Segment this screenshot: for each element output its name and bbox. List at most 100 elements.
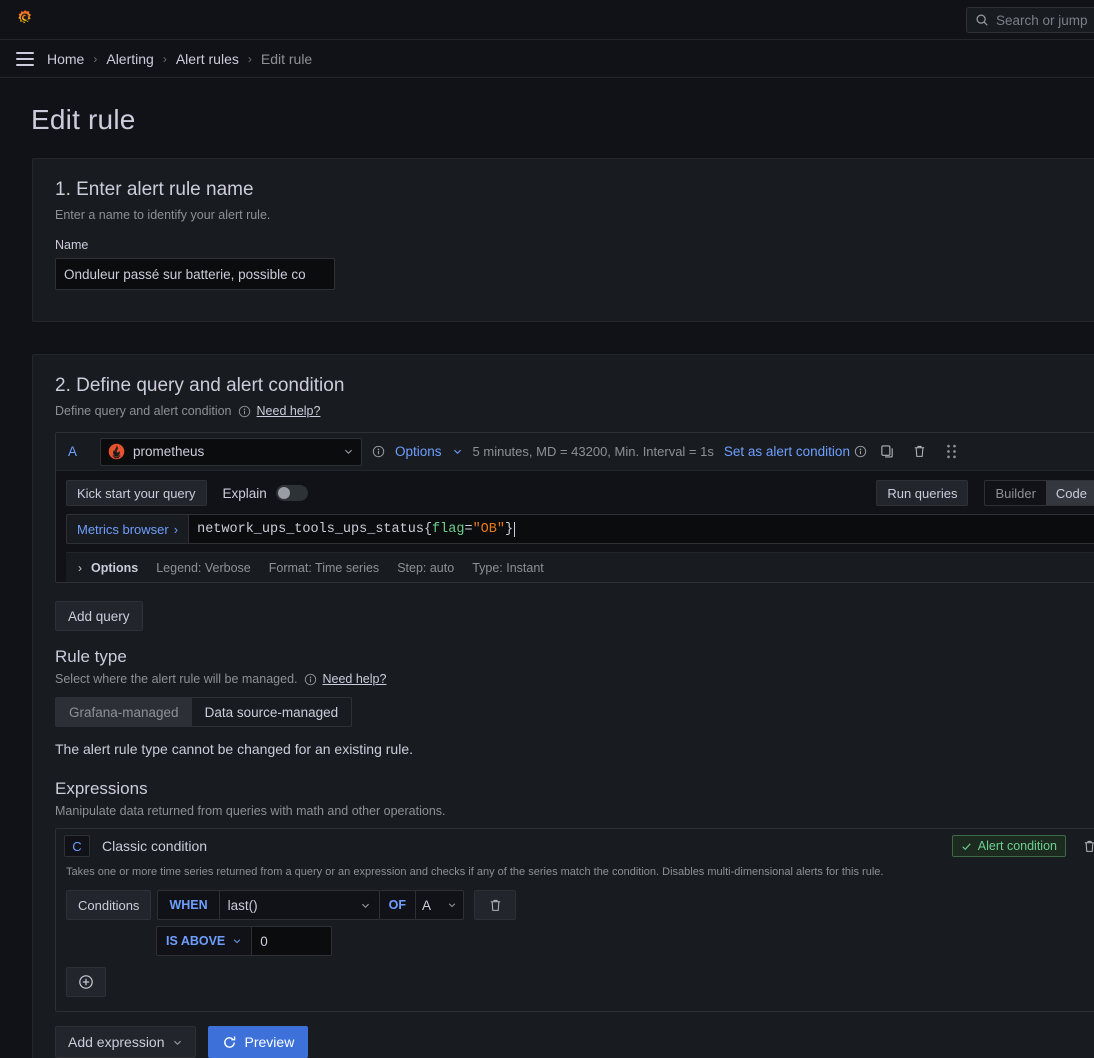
rule-type-note: The alert rule type cannot be changed fo…: [55, 741, 413, 757]
top-bar: Search or jump: [0, 0, 1094, 40]
reducer-select[interactable]: last(): [219, 890, 380, 921]
breadcrumb-item-home[interactable]: Home: [47, 51, 84, 67]
query-expression-row: Metrics browser › network_ups_tools_ups_…: [56, 506, 1094, 544]
editor-mode-radio-group: Builder Code: [984, 480, 1094, 506]
add-query-button[interactable]: Add query: [55, 601, 143, 631]
name-field-label: Name: [55, 238, 89, 252]
evaluator-value: IS ABOVE: [166, 934, 226, 949]
evaluator-select[interactable]: IS ABOVE: [156, 926, 253, 957]
promql-open-brace: {: [423, 521, 433, 537]
section1-subtitle: Enter a name to identify your alert rule…: [33, 201, 1094, 222]
query-ref-select[interactable]: A: [416, 890, 464, 921]
conditions-body: Conditions WHEN last() OF A IS ABOVE 0: [56, 888, 1094, 1011]
chevron-right-icon: ›: [78, 560, 82, 575]
expression-type-name: Classic condition: [102, 838, 208, 854]
kick-start-query-button[interactable]: Kick start your query: [66, 480, 207, 506]
section-alert-rule-name: 1. Enter alert rule name Enter a name to…: [32, 158, 1094, 322]
prometheus-icon: [108, 443, 125, 460]
breadcrumb-separator: ›: [93, 51, 98, 66]
alert-rule-name-input[interactable]: [55, 258, 335, 290]
query-options-row: › Options Legend: Verbose Format: Time s…: [66, 552, 1094, 582]
preview-label: Preview: [244, 1034, 295, 1051]
add-condition-button[interactable]: [66, 967, 106, 998]
need-help-link[interactable]: Need help?: [257, 404, 321, 418]
option-format: Format: Time series: [268, 560, 380, 575]
alert-condition-badge[interactable]: Alert condition: [951, 835, 1066, 857]
section2-subtitle: Define query and alert condition Need he…: [33, 397, 1094, 418]
rule-type-need-help-link[interactable]: Need help?: [323, 672, 387, 686]
when-keyword: WHEN: [157, 890, 220, 921]
rule-type-radio-group: Grafana-managed Data source-managed: [55, 697, 353, 727]
set-as-alert-condition-link[interactable]: Set as alert condition: [724, 444, 850, 459]
refresh-icon: [223, 1036, 235, 1048]
hamburger-menu-icon[interactable]: [16, 51, 34, 66]
explain-toggle-group: Explain: [223, 485, 308, 501]
run-queries-button[interactable]: Run queries: [876, 480, 969, 506]
breadcrumb-separator: ›: [162, 51, 167, 66]
query-info-icon: [372, 445, 385, 458]
expression-description: Takes one or more time series returned f…: [66, 866, 884, 878]
option-legend: Legend: Verbose: [156, 560, 251, 575]
preview-button[interactable]: Preview: [207, 1026, 309, 1058]
delete-condition-button[interactable]: [474, 890, 516, 921]
breadcrumb-item-alerting[interactable]: Alerting: [106, 51, 153, 67]
query-options-expander[interactable]: › Options: [78, 561, 138, 575]
condition-row-primary: Conditions WHEN last() OF A: [66, 890, 1094, 921]
promql-label: flag: [432, 521, 465, 537]
metrics-browser-button[interactable]: Metrics browser ›: [66, 514, 189, 544]
chevron-down-icon[interactable]: [452, 446, 463, 457]
plus-circle-icon: [79, 975, 93, 990]
section-define-query: 2. Define query and alert condition Defi…: [32, 354, 1094, 1058]
rule-type-datasource-managed[interactable]: Data source-managed: [192, 698, 352, 726]
expression-card-C: C Classic condition Alert condition Take…: [55, 828, 1094, 1013]
explain-label: Explain: [222, 485, 267, 501]
set-condition-info-icon: [854, 445, 867, 458]
expressions-title: Expressions: [55, 779, 148, 798]
add-expression-label: Add expression: [68, 1034, 165, 1051]
expression-header: C Classic condition Alert condition: [56, 829, 1094, 863]
chevron-down-icon: [234, 939, 241, 944]
option-type: Type: Instant: [472, 560, 544, 575]
query-options-title: Options: [91, 560, 139, 575]
breadcrumb-separator: ›: [247, 51, 252, 66]
option-step: Step: auto: [397, 560, 455, 575]
rule-type-description-text: Select where the alert rule will be mana…: [55, 672, 298, 686]
section2-title: 2. Define query and alert condition: [55, 375, 345, 396]
threshold-input[interactable]: [252, 926, 333, 957]
chevron-down-icon: [173, 1040, 181, 1045]
chevron-down-icon: [345, 449, 352, 454]
breadcrumb-item-alert-rules[interactable]: Alert rules: [176, 51, 239, 67]
query-options-toggle[interactable]: Options: [395, 444, 442, 459]
delete-expression-button[interactable]: [1078, 835, 1094, 857]
drag-handle-icon[interactable]: [941, 441, 963, 463]
rule-type-grafana-managed[interactable]: Grafana-managed: [56, 698, 192, 726]
query-editor-A: A prometheus Options 5 minutes, MD = 432…: [55, 432, 1094, 583]
search-input[interactable]: Search or jump: [966, 7, 1094, 33]
grafana-logo[interactable]: [14, 9, 36, 31]
breadcrumb: Home › Alerting › Alert rules › Edit rul…: [47, 51, 312, 67]
info-icon: [304, 673, 316, 685]
condition-row-evaluator: IS ABOVE: [156, 926, 1094, 957]
editor-mode-code[interactable]: Code: [1045, 481, 1094, 505]
datasource-picker[interactable]: prometheus: [100, 437, 362, 466]
query-ref-value: A: [422, 897, 432, 913]
delete-query-button[interactable]: [909, 441, 931, 463]
rule-type-description: Select where the alert rule will be mana…: [33, 667, 1094, 686]
text-caret: [514, 521, 516, 537]
alert-condition-badge-label: Alert condition: [977, 839, 1057, 853]
page-content: Edit rule 1. Enter alert rule name Enter…: [0, 78, 1094, 1058]
explain-toggle[interactable]: [275, 485, 308, 501]
page-title: Edit rule: [31, 104, 136, 135]
rule-type-title: Rule type: [55, 647, 127, 666]
query-editor-toolbar: Kick start your query Explain Run querie…: [56, 471, 1094, 506]
promql-code-input[interactable]: network_ups_tools_ups_status{flag = "OB"}: [188, 514, 1094, 544]
editor-mode-builder[interactable]: Builder: [985, 481, 1045, 505]
reducer-value: last(): [227, 897, 258, 913]
section2-subtitle-text: Define query and alert condition: [55, 404, 232, 418]
copy-query-button[interactable]: [877, 441, 899, 463]
breadcrumb-bar: Home › Alerting › Alert rules › Edit rul…: [0, 40, 1094, 78]
metrics-browser-chevron-icon: ›: [173, 521, 179, 537]
search-icon: [976, 14, 988, 26]
section1-title: 1. Enter alert rule name: [55, 179, 254, 200]
add-expression-button[interactable]: Add expression: [55, 1026, 196, 1058]
